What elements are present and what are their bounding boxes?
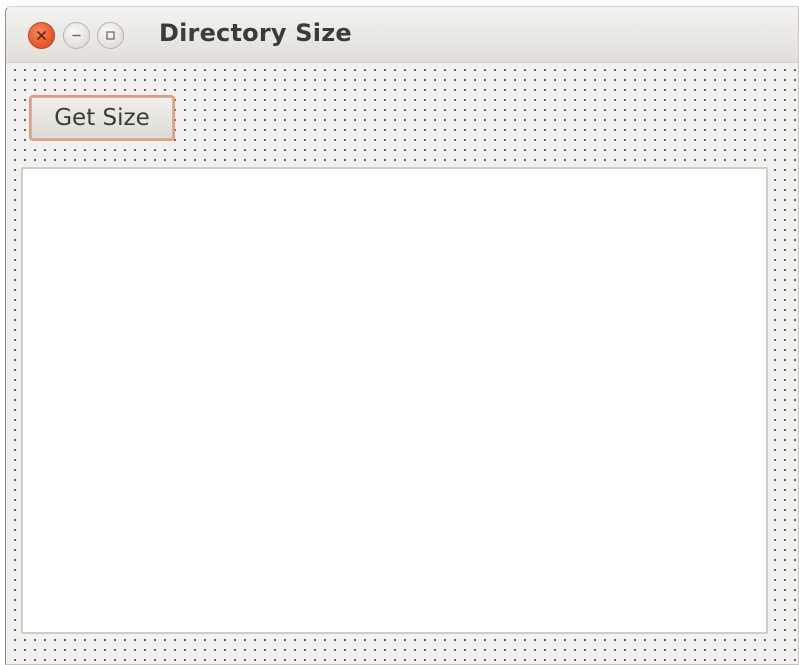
maximize-button[interactable]	[97, 22, 124, 49]
maximize-icon	[105, 30, 116, 41]
form-canvas: Get Size	[6, 63, 798, 664]
minimize-button[interactable]	[63, 22, 90, 49]
get-size-button[interactable]: Get Size	[29, 95, 175, 141]
app-window: Directory Size Get Size	[5, 6, 799, 665]
close-button[interactable]	[28, 22, 55, 49]
close-icon	[36, 30, 47, 41]
output-text-area[interactable]	[21, 167, 768, 634]
minimize-icon	[71, 30, 82, 41]
window-title: Directory Size	[159, 19, 352, 47]
title-bar[interactable]: Directory Size	[6, 7, 798, 63]
